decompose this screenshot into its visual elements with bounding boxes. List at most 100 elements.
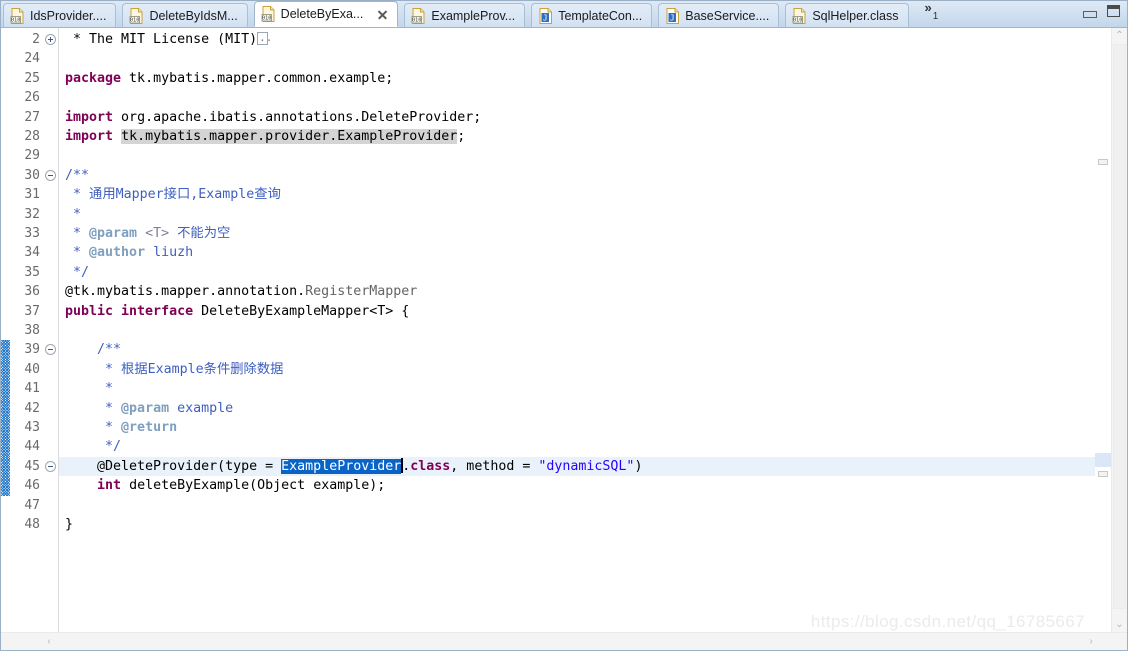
code-line[interactable]: @DeleteProvider(type = ExampleProvider.c… <box>59 457 1095 476</box>
code-token: import <box>65 129 114 144</box>
editor-tab-2[interactable]: 010 DeleteByExa... <box>253 1 399 27</box>
code-line[interactable]: int deleteByExample(Object example); <box>59 476 1095 495</box>
line-number: 44 <box>24 439 40 455</box>
code-line[interactable] <box>59 88 1095 107</box>
class-file-icon: 010 <box>792 7 807 24</box>
class-file-icon: 010 <box>129 7 144 24</box>
tab-overflow-chevron-icon: » <box>924 0 932 15</box>
editor-body: 2 24 25 26 27 28 29 30 31 32 33 34 35 36 37 38 39 40 41 42 4… <box>1 28 1127 650</box>
minimize-button[interactable] <box>1083 5 1097 18</box>
code-line[interactable]: */ <box>59 263 1095 282</box>
code-line[interactable] <box>59 146 1095 165</box>
tab-overflow-button[interactable]: » 1 <box>925 1 939 25</box>
line-number: 47 <box>24 497 40 513</box>
close-icon[interactable] <box>377 9 388 20</box>
code-token: import <box>65 109 114 125</box>
line-number: 41 <box>24 381 40 397</box>
code-line[interactable]: @tk.mybatis.mapper.annotation.RegisterMa… <box>59 282 1095 301</box>
vertical-scrollbar[interactable]: ⌃ ⌄ <box>1111 28 1127 650</box>
code-line[interactable]: * 通用Mapper接口,Example查询 <box>59 185 1095 204</box>
code-token: , method = <box>450 458 539 474</box>
line-number: 45 <box>24 458 40 474</box>
code-token: package <box>65 70 122 86</box>
code-token: * 根据Example条件删除数据 <box>65 361 284 377</box>
code-line[interactable]: import tk.mybatis.mapper.provider.Exampl… <box>59 127 1095 146</box>
line-number: 43 <box>24 420 40 435</box>
scroll-right-arrow-icon[interactable]: › <box>1083 633 1099 649</box>
code-token: @DeleteProvider(type = <box>65 458 282 474</box>
code-token: DeleteByExampleMapper<T> { <box>193 303 410 319</box>
overview-ruler[interactable] <box>1095 28 1111 650</box>
line-number: 33 <box>24 226 40 241</box>
code-line[interactable]: * @return <box>59 418 1095 437</box>
code-token: @tk.mybatis.mapper.annotation. <box>65 284 306 300</box>
svg-text:010: 010 <box>130 17 140 23</box>
editor-tab-5[interactable]: J BaseService.... <box>658 3 780 27</box>
change-bar-ruler <box>1 28 10 650</box>
editor-tab-4[interactable]: J TemplateCon... <box>531 3 653 27</box>
code-line[interactable]: package tk.mybatis.mapper.common.example… <box>59 69 1095 88</box>
code-token: * <box>65 226 90 241</box>
code-line[interactable]: * @param <T> 不能为空 <box>59 224 1095 243</box>
code-line[interactable]: public interface DeleteByExampleMapper<T… <box>59 302 1095 321</box>
line-number: 30 <box>24 167 40 183</box>
code-line[interactable]: import org.apache.ibatis.annotations.Del… <box>59 108 1095 127</box>
code-line[interactable]: * The MIT License (MIT) <box>59 28 1095 49</box>
code-line[interactable] <box>59 49 1095 68</box>
fold-collapse-icon[interactable] <box>45 460 56 472</box>
code-line[interactable]: * @author liuzh <box>59 243 1095 262</box>
code-token: * <box>65 381 114 397</box>
code-token: <T> <box>137 226 178 241</box>
vertical-scrollbar-thumb[interactable] <box>1113 44 1126 609</box>
code-line[interactable]: /** <box>59 340 1095 359</box>
editor-tab-1[interactable]: 010 DeleteByIdsM... <box>122 3 248 27</box>
scroll-down-arrow-icon[interactable]: ⌄ <box>1112 617 1127 632</box>
line-number: 46 <box>24 478 40 494</box>
line-number: 40 <box>24 361 40 377</box>
line-number: 31 <box>24 187 40 203</box>
line-number: 24 <box>24 51 40 67</box>
line-number: 42 <box>24 400 40 416</box>
code-line[interactable]: * <box>59 205 1095 224</box>
maximize-button[interactable] <box>1107 5 1121 18</box>
line-number: 29 <box>24 148 40 164</box>
scroll-left-arrow-icon[interactable]: ‹ <box>41 633 57 649</box>
horizontal-scrollbar[interactable]: ‹ › <box>1 632 1127 650</box>
line-number: 28 <box>24 129 40 144</box>
editor-tab-label: SqlHelper.class <box>812 8 899 23</box>
code-token: * 通用Mapper接口,Example查询 <box>65 187 281 203</box>
scroll-up-arrow-icon[interactable]: ⌃ <box>1112 28 1127 43</box>
collapsed-region-icon[interactable] <box>257 28 272 47</box>
fold-collapse-icon[interactable] <box>45 344 56 356</box>
code-token: * <box>65 420 122 435</box>
fold-collapse-icon[interactable] <box>45 169 56 181</box>
editor-tab-6[interactable]: 010 SqlHelper.class <box>785 3 909 27</box>
change-bar-block <box>1 340 10 360</box>
editor-tab-3[interactable]: 010 ExampleProv... <box>404 3 526 27</box>
overview-annotation-marker-1[interactable] <box>1098 159 1108 165</box>
overview-annotation-marker-2[interactable] <box>1098 471 1108 477</box>
code-line[interactable]: */ <box>59 437 1095 456</box>
code-line[interactable] <box>59 321 1095 340</box>
code-token: deleteByExample(Object example); <box>121 478 386 494</box>
source-code-area[interactable]: https://blog.csdn.net/qq_16785667 * The … <box>59 28 1095 650</box>
change-bar-block <box>1 437 10 457</box>
folding-ruler[interactable] <box>44 28 59 650</box>
code-token: @return <box>121 420 178 435</box>
editor-tab-0[interactable]: 010 IdsProvider.... <box>3 3 117 27</box>
change-bar-block <box>1 418 10 438</box>
code-line[interactable] <box>59 496 1095 515</box>
code-token: @param <box>89 226 138 241</box>
fold-expand-icon[interactable] <box>45 34 56 45</box>
line-number: 39 <box>24 342 40 358</box>
code-line[interactable]: * 根据Example条件删除数据 <box>59 360 1095 379</box>
code-line[interactable]: * @param example <box>59 399 1095 418</box>
window-controls <box>1083 5 1121 18</box>
editor-tab-bar: 010 IdsProvider.... 010 DeleteByIdsM... 010 D… <box>1 1 1127 28</box>
code-line[interactable]: * <box>59 379 1095 398</box>
code-line[interactable]: } <box>59 515 1095 534</box>
change-bar-block <box>1 398 10 418</box>
code-token: int <box>97 478 122 494</box>
code-line[interactable]: /** <box>59 166 1095 185</box>
